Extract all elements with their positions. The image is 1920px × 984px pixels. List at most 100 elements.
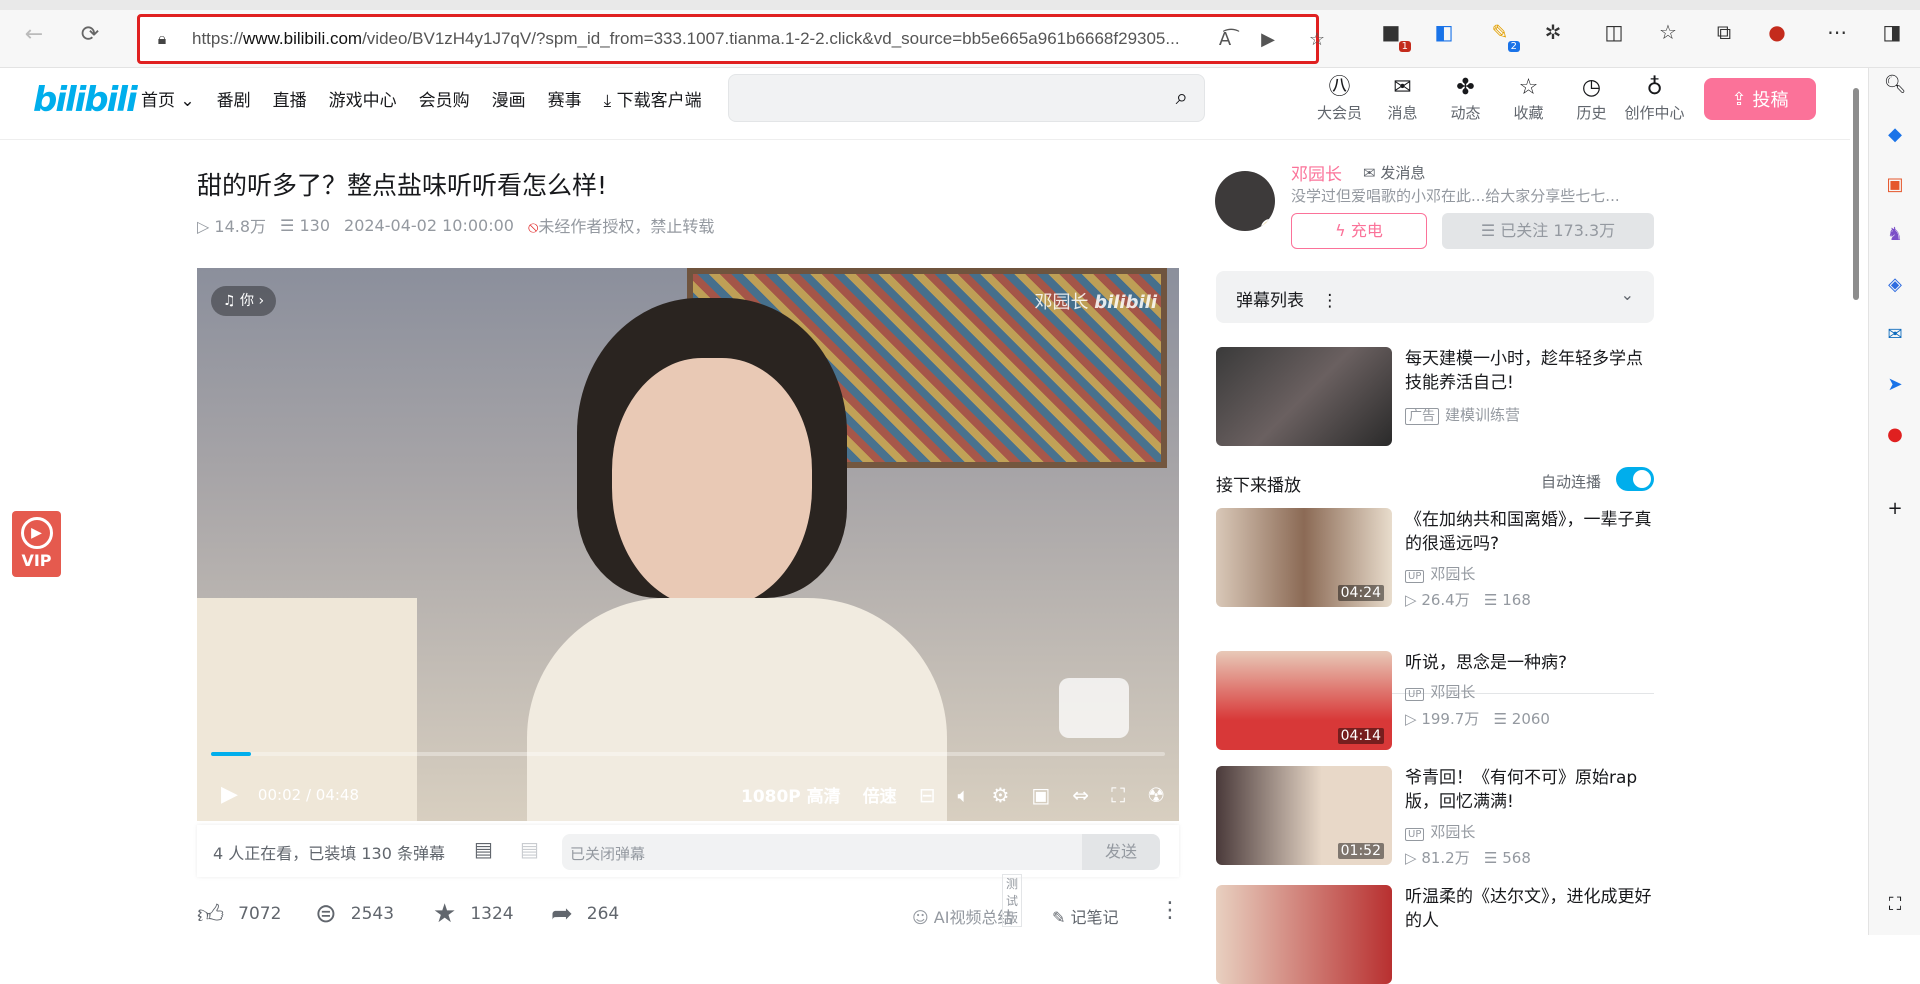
rec-thumbnail[interactable]: 04:14 xyxy=(1216,651,1392,750)
fullscreen-icon[interactable]: ☢ xyxy=(1147,783,1165,807)
music-tag[interactable]: ♫ 你 › xyxy=(211,286,277,316)
chevron-down-icon[interactable]: ⌄ xyxy=(1621,285,1634,304)
pip-icon[interactable]: ▣ xyxy=(1031,783,1050,807)
address-bar[interactable]: 🔒︎ https://www.bilibili.com/video/BV1zH4… xyxy=(137,14,1325,64)
vip-float-button[interactable]: ▶ VIP xyxy=(12,511,61,577)
profile-avatar[interactable]: ● xyxy=(1763,20,1791,48)
office-icon[interactable]: ● xyxy=(1883,424,1907,448)
ad-title[interactable]: 每天建模一小时，趁年轻多学点技能养活自己! xyxy=(1405,347,1654,395)
extension-3-icon[interactable]: ✎ 2 xyxy=(1486,20,1520,52)
tag-icon[interactable]: ◆ xyxy=(1883,124,1907,148)
send-message-link[interactable]: ✉ 发消息 xyxy=(1363,162,1425,183)
quality-button[interactable]: 1080P 高清 xyxy=(741,782,841,807)
reload-button[interactable]: ⟳ xyxy=(72,16,108,52)
bilibili-logo[interactable]: bilibili xyxy=(33,80,138,120)
nav-anime[interactable]: 番剧 xyxy=(217,86,251,111)
follow-button[interactable]: ☰ 已关注 173.3万 xyxy=(1442,213,1654,249)
favorite-star-icon[interactable]: ☆ xyxy=(1305,29,1329,53)
webfullscreen-icon[interactable]: ⛶ xyxy=(1111,783,1125,807)
rec-stats: ▷ 26.4万 ☰ 168 xyxy=(1405,591,1531,609)
games-icon[interactable]: ♞ xyxy=(1883,224,1907,248)
header-messages[interactable]: ✉ 消息 xyxy=(1371,74,1434,123)
more-menu-icon[interactable]: ⋯ xyxy=(1823,20,1851,48)
header-favorites[interactable]: ☆ 收藏 xyxy=(1497,74,1560,123)
extension-2-icon[interactable]: ◧ xyxy=(1430,20,1458,48)
coin-button[interactable]: ⊜ 2543 xyxy=(315,899,433,929)
search-icon[interactable]: 🔍︎ xyxy=(1883,74,1907,98)
rec-thumbnail[interactable]: 04:24 xyxy=(1216,508,1392,607)
header-creator-center[interactable]: ♁ 创作中心 xyxy=(1623,74,1686,123)
share-button[interactable]: ➦ 264 xyxy=(551,899,669,929)
rec-uploader[interactable]: UP 邓园长 xyxy=(1405,681,1475,702)
nav-live[interactable]: 直播 xyxy=(273,86,307,111)
rec-title[interactable]: 爷青回！《有何不可》原始rap版，回忆满满! xyxy=(1405,766,1654,814)
scrollbar-thumb[interactable] xyxy=(1853,88,1859,300)
rec-title[interactable]: 《在加纳共和国离婚》，一辈子真的很遥远吗? xyxy=(1405,508,1654,556)
add-icon[interactable]: + xyxy=(1883,498,1907,522)
rec-duration: 04:14 xyxy=(1337,728,1384,744)
video-frame-person xyxy=(527,298,947,821)
progress-bar[interactable] xyxy=(211,752,1165,756)
outlook-icon[interactable]: ✉ xyxy=(1883,324,1907,348)
uploader-name[interactable]: 邓园长 xyxy=(1291,160,1342,185)
nav-download-client[interactable]: ⤓ 下载客户端 xyxy=(604,86,702,111)
nav-manga[interactable]: 漫画 xyxy=(492,86,526,111)
rec-thumbnail[interactable]: 01:52 xyxy=(1216,766,1392,865)
extensions-puzzle-icon[interactable]: ✲ xyxy=(1539,20,1567,48)
ad-thumbnail[interactable] xyxy=(1216,347,1392,446)
rec-uploader[interactable]: UP 邓园长 xyxy=(1405,821,1475,842)
like-button[interactable]: 👍︎ 7072 xyxy=(197,899,315,930)
back-button[interactable]: ← xyxy=(16,16,52,52)
danmaku-list-panel[interactable]: 弹幕列表 ⋮ ⌄ xyxy=(1216,271,1654,323)
search-input[interactable]: ⌕ xyxy=(728,74,1205,122)
play-icon[interactable]: ▶ xyxy=(221,782,238,807)
send-icon[interactable]: ➤ xyxy=(1883,374,1907,398)
widescreen-icon[interactable]: ⇔ xyxy=(1072,783,1089,807)
nav-home[interactable]: 首页 ⌄ xyxy=(141,86,195,111)
screenshot-icon[interactable]: ⛶ xyxy=(1883,894,1907,918)
uploader-avatar[interactable] xyxy=(1215,171,1275,231)
favorite-button[interactable]: ★ 1324 xyxy=(433,899,551,929)
rec-uploader[interactable]: UP 邓园长 xyxy=(1405,563,1475,584)
danmaku-input[interactable]: 已关闭弹幕 xyxy=(562,834,1082,870)
collections-icon[interactable]: ⧉ xyxy=(1710,20,1738,48)
watching-count: 4 人正在看，已装填 130 条弹幕 xyxy=(213,844,445,863)
extension-1-icon[interactable]: ■ 1 xyxy=(1377,20,1411,52)
sidebar-toggle-icon[interactable]: ◨ xyxy=(1878,20,1906,48)
page-scrollbar[interactable] xyxy=(1851,80,1861,935)
kebab-icon[interactable]: ⋮ xyxy=(1321,291,1338,311)
autoplay-toggle[interactable] xyxy=(1616,467,1654,491)
speed-button[interactable]: 倍速 xyxy=(863,782,897,807)
danmaku-off-icon[interactable]: ⊟ xyxy=(919,783,936,807)
volume-icon[interactable]: 🔈︎ xyxy=(957,783,969,807)
url-text[interactable]: https://www.bilibili.com/video/BV1zH4y1J… xyxy=(192,29,1217,49)
rec-title[interactable]: 听温柔的《达尔文》，进化成更好的人 xyxy=(1405,885,1654,933)
search-icon[interactable]: ⌕ xyxy=(1176,85,1188,110)
split-screen-icon[interactable]: ◫ xyxy=(1600,20,1628,48)
nav-home-label: 首页 xyxy=(141,91,175,111)
more-actions-icon[interactable]: ⋮ xyxy=(1159,898,1181,923)
rec-uploader-name: 邓园长 xyxy=(1430,683,1476,701)
charge-button[interactable]: ϟ 充电 xyxy=(1291,213,1427,249)
danmaku-settings-icon[interactable]: ▤ xyxy=(520,837,539,861)
notes-button[interactable]: ✎ 记笔记 xyxy=(1052,904,1119,928)
read-aloud-icon[interactable]: A͡ xyxy=(1213,29,1237,53)
settings-gear-icon[interactable]: ⚙ xyxy=(991,783,1009,807)
send-danmaku-button[interactable]: 发送 xyxy=(1082,834,1160,870)
nav-mall[interactable]: 会员购 xyxy=(419,86,470,111)
nav-game-center[interactable]: 游戏中心 xyxy=(329,86,397,111)
copilot-icon[interactable]: ◈ xyxy=(1883,274,1907,298)
toolbox-icon[interactable]: ▣ xyxy=(1883,174,1907,198)
rec-title[interactable]: 听说，思念是一种病? xyxy=(1405,651,1654,675)
danmaku-toggle-icon[interactable]: ▤ xyxy=(474,837,493,861)
header-history[interactable]: ◷ 历史 xyxy=(1560,74,1623,123)
favorites-icon[interactable]: ☆ xyxy=(1654,20,1682,48)
ai-summary-button[interactable]: 测试版 ☺ AI视频总结 xyxy=(912,874,1023,928)
video-icon[interactable]: ▶ xyxy=(1256,29,1280,53)
upload-button[interactable]: ⇪ 投稿 xyxy=(1704,78,1816,120)
header-dynamics[interactable]: ✤ 动态 xyxy=(1434,74,1497,123)
player-right-controls: 1080P 高清 倍速 ⊟ 🔈︎ ⚙ ▣ ⇔ ⛶ ☢ xyxy=(741,782,1165,808)
nav-esports[interactable]: 赛事 xyxy=(548,86,582,111)
header-vip[interactable]: ㊇大会员 xyxy=(1308,74,1371,123)
video-player[interactable]: ♫ 你 › 邓园长 bilibili ▶ 00:02 / 04:48 1080P… xyxy=(197,268,1179,821)
